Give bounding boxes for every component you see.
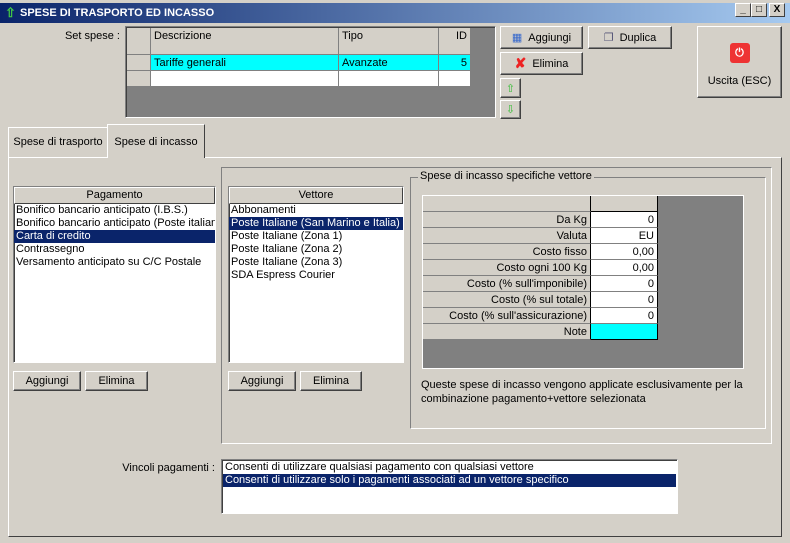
uscita-button[interactable]: ⏻ Uscita (ESC) [697,26,782,98]
power-icon: ⏻ [729,43,750,63]
table-row-id[interactable]: 5 [439,55,471,71]
spec-row-label: Costo (% sul totale) [423,292,591,308]
spec-row-label: Costo ogni 100 Kg [423,260,591,276]
elimina-set-button[interactable]: ✘ Elimina [500,52,583,75]
spec-row-label: Valuta [423,228,591,244]
close-button[interactable]: X [769,3,785,17]
move-up-button[interactable]: ⇧ [500,78,521,98]
add-db-icon: ▦ [511,32,523,44]
spec-row-value[interactable] [591,324,658,340]
elimina-vettore-button[interactable]: Elimina [300,371,362,391]
vincoli-label: Vincoli pagamenti : [122,462,215,474]
list-item[interactable]: Poste Italiane (Zona 3) [229,256,403,269]
spec-row-value[interactable]: 0,00 [591,244,658,260]
elimina-pagamento-button[interactable]: Elimina [85,371,148,391]
list-item[interactable]: Carta di credito [14,230,215,243]
delete-x-icon: ✘ [514,55,527,71]
arrow-up-icon: ⇧ [505,82,516,95]
spec-row-label: Da Kg [423,212,591,228]
maximize-button[interactable]: □ [751,3,767,17]
list-item[interactable]: Bonifico bancario anticipato (I.B.S.) [14,204,215,217]
move-down-button[interactable]: ⇩ [500,100,521,119]
title-bar: ⇧ SPESE DI TRASPORTO ED INCASSO [0,3,790,23]
aggiungi-set-button[interactable]: ▦ Aggiungi [500,26,583,49]
list-item[interactable]: Poste Italiane (Zona 1) [229,230,403,243]
vettore-header: Vettore [229,187,403,204]
tab-spese-di-trasporto[interactable]: Spese di trasporto [8,127,108,158]
list-item[interactable]: Contrassegno [14,243,215,256]
list-item[interactable]: Versamento anticipato su C/C Postale [14,256,215,269]
arrow-down-icon: ⇩ [505,104,516,116]
vincoli-list[interactable]: Consenti di utilizzare qualsiasi pagamen… [221,459,678,514]
list-item[interactable]: Bonifico bancario anticipato (Poste ital… [14,217,215,230]
table-row-tipo[interactable]: Avanzate [339,55,439,71]
list-item[interactable]: Poste Italiane (San Marino e Italia) [229,217,403,230]
spec-row-label: Costo (% sull'assicurazione) [423,308,591,324]
tab-spese-di-incasso[interactable]: Spese di incasso [107,124,205,158]
spec-row-value[interactable]: 0 [591,212,658,228]
spec-row-value[interactable]: 0 [591,276,658,292]
list-item[interactable]: Poste Italiane (Zona 2) [229,243,403,256]
specifiche-title: Spese di incasso specifiche vettore [418,170,594,182]
aggiungi-pagamento-button[interactable]: Aggiungi [13,371,81,391]
vincoli-option[interactable]: Consenti di utilizzare solo i pagamenti … [223,474,676,487]
spec-row-label: Costo fisso [423,244,591,260]
table-row-descrizione[interactable]: Tariffe generali [151,55,339,71]
spec-row-label: Note [423,324,591,340]
vettore-list[interactable]: Vettore Abbonamenti Poste Italiane (San M… [228,186,404,363]
pagamento-list[interactable]: Pagamento Bonifico bancario anticipato (… [13,186,216,363]
spec-row-value[interactable]: 0 [591,292,658,308]
set-spese-grid[interactable]: Descrizione Tipo ID Tariffe generali Ava… [125,26,496,118]
spec-row-value[interactable]: 0 [591,308,658,324]
column-header-descrizione[interactable]: Descrizione [151,28,339,55]
spec-row-value[interactable]: EU [591,228,658,244]
column-header-tipo[interactable]: Tipo [339,28,439,55]
column-header-id[interactable]: ID [439,28,471,55]
spec-row-label: Costo (% sull'imponibile) [423,276,591,292]
copy-icon: ❐ [603,32,614,44]
vincoli-option[interactable]: Consenti di utilizzare qualsiasi pagamen… [223,461,676,474]
pagamento-header: Pagamento [14,187,215,204]
list-item[interactable]: Abbonamenti [229,204,403,217]
aggiungi-vettore-button[interactable]: Aggiungi [228,371,296,391]
window-title: SPESE DI TRASPORTO ED INCASSO [20,7,215,19]
app-icon: ⇧ [5,5,16,20]
list-item[interactable]: SDA Espress Courier [229,269,403,282]
minimize-button[interactable]: _ [735,3,751,17]
set-spese-label: Set spese : [64,30,120,42]
spec-row-value[interactable]: 0,00 [591,260,658,276]
duplica-button[interactable]: ❐ Duplica [588,26,672,49]
specifiche-grid[interactable]: Da Kg 0 Valuta EU Costo fisso 0,00 Costo ogni … [422,195,744,369]
specifiche-note: Queste spese di incasso vengono applicat… [421,379,743,405]
